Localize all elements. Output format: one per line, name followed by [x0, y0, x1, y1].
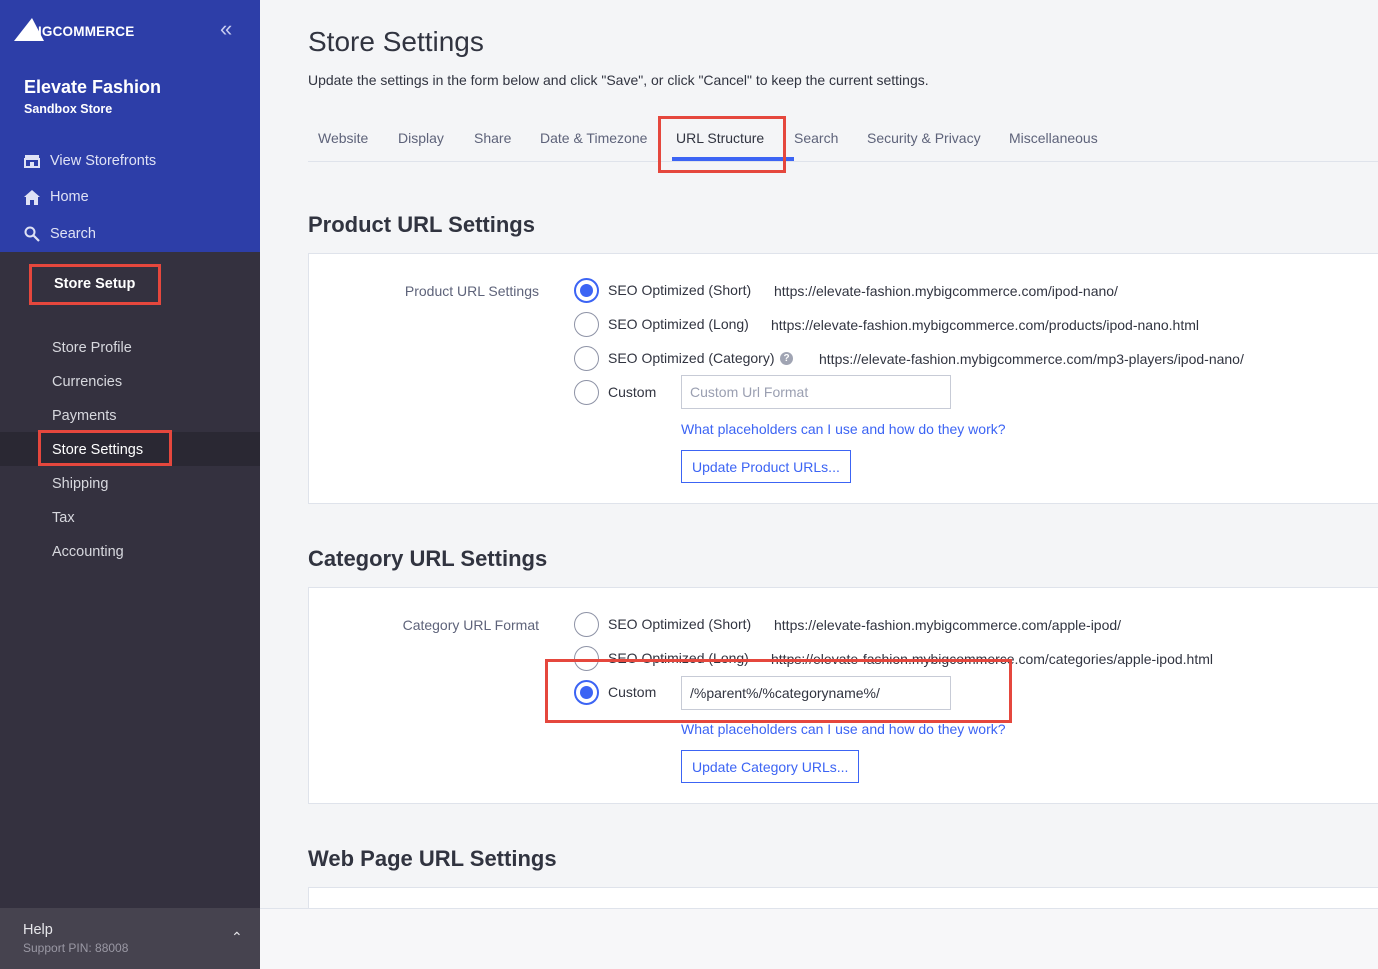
option-url-example: https://elevate-fashion.mybigcommerce.co… [819, 351, 1244, 367]
footer-action-bar [260, 908, 1378, 969]
tab-miscellaneous[interactable]: Miscellaneous [1009, 130, 1098, 146]
product-url-radio-short[interactable] [574, 278, 599, 303]
search-icon [24, 226, 40, 242]
storefront-icon [24, 155, 40, 168]
nav-search[interactable]: Search [24, 223, 96, 245]
option-label: Custom [608, 384, 657, 400]
category-placeholders-help-link[interactable]: What placeholders can I use and how do t… [681, 721, 1006, 737]
store-subtitle: Sandbox Store [24, 102, 113, 116]
sidebar-header: BIGCOMMERCE « Elevate Fashion Sandbox St… [0, 0, 260, 252]
page-description: Update the settings in the form below an… [308, 72, 929, 88]
option-label: SEO Optimized (Long) [608, 316, 749, 332]
logo-text: BIGCOMMERCE [28, 24, 135, 39]
product-url-radio-category[interactable] [574, 346, 599, 371]
sidebar: BIGCOMMERCE « Elevate Fashion Sandbox St… [0, 0, 260, 969]
update-product-urls-button[interactable]: Update Product URLs... [681, 450, 851, 483]
category-url-radio-short[interactable] [574, 612, 599, 637]
submenu-shipping[interactable]: Shipping [52, 476, 108, 492]
nav-view-storefronts[interactable]: View Storefronts [24, 150, 156, 172]
option-url-example: https://elevate-fashion.mybigcommerce.co… [774, 617, 1122, 633]
tab-website[interactable]: Website [318, 130, 368, 146]
store-name: Elevate Fashion [24, 77, 162, 97]
support-pin: Support PIN: 88008 [23, 941, 129, 955]
product-custom-url-input[interactable] [681, 375, 951, 409]
submenu-tax[interactable]: Tax [52, 510, 75, 526]
nav-home[interactable]: Home [24, 186, 89, 208]
tab-security-privacy[interactable]: Security & Privacy [867, 130, 981, 146]
submenu-accounting[interactable]: Accounting [52, 544, 124, 560]
help-question-icon[interactable]: ? [780, 352, 793, 365]
help-title: Help [23, 922, 53, 938]
web-page-url-section-title: Web Page URL Settings [308, 846, 557, 871]
page-title: Store Settings [308, 26, 484, 57]
product-url-panel: Product URL Settings SEO Optimized (Shor… [308, 253, 1378, 504]
product-placeholders-help-link[interactable]: What placeholders can I use and how do t… [681, 421, 1006, 437]
tab-date-timezone[interactable]: Date & Timezone [540, 130, 647, 146]
home-icon [24, 189, 40, 205]
category-url-field-label: Category URL Format [402, 617, 539, 633]
tab-search[interactable]: Search [794, 130, 838, 146]
option-url-example: https://elevate-fashion.mybigcommerce.co… [774, 283, 1118, 299]
option-label: SEO Optimized (Short) [608, 616, 752, 632]
product-url-radio-custom[interactable] [574, 380, 599, 405]
help-panel[interactable]: Help Support PIN: 88008 ⌃ [0, 908, 260, 969]
product-url-field-label: Product URL Settings [404, 283, 539, 299]
nav-label: Search [50, 226, 96, 242]
chevron-up-icon[interactable]: ⌃ [231, 929, 243, 946]
tab-share[interactable]: Share [474, 130, 511, 146]
option-label: SEO Optimized (Short) [608, 282, 752, 298]
product-url-radio-long[interactable] [574, 312, 599, 337]
double-chevron-left-icon[interactable]: « [220, 18, 232, 40]
store-setup-menu[interactable]: Store Setup [29, 264, 161, 305]
update-category-urls-button[interactable]: Update Category URLs... [681, 750, 860, 783]
category-custom-highlight [545, 659, 1012, 723]
option-label: SEO Optimized (Category) [608, 350, 775, 366]
main-content: Store Settings Update the settings in th… [260, 0, 1378, 969]
nav-label: Home [50, 189, 89, 205]
settings-tabs: Website Display Share Date & Timezone UR… [308, 118, 1378, 162]
category-url-section-title: Category URL Settings [308, 546, 548, 571]
option-url-example: https://elevate-fashion.mybigcommerce.co… [771, 317, 1199, 333]
url-structure-tab-highlight [658, 116, 786, 173]
tab-display[interactable]: Display [398, 130, 444, 146]
nav-label: View Storefronts [50, 153, 157, 169]
store-settings-highlight [38, 430, 172, 466]
product-url-section-title: Product URL Settings [308, 212, 535, 237]
submenu-store-profile[interactable]: Store Profile [52, 340, 132, 356]
bigcommerce-logo[interactable]: BIGCOMMERCE [14, 14, 144, 44]
submenu-payments[interactable]: Payments [52, 408, 116, 424]
submenu-currencies[interactable]: Currencies [52, 374, 122, 390]
